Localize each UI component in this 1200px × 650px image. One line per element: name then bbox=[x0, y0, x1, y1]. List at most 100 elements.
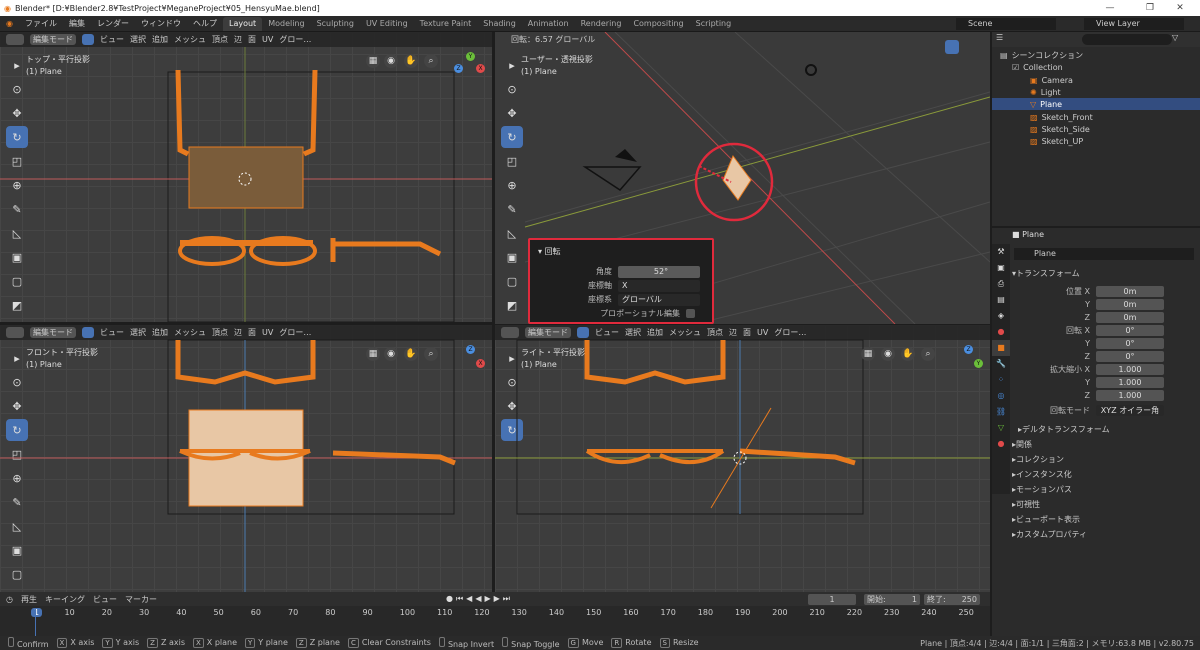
constraint-tab-icon[interactable]: ⛓ bbox=[992, 404, 1010, 420]
data-tab-icon[interactable]: ▽ bbox=[992, 420, 1010, 436]
rotation-mode-dropdown[interactable]: XYZ オイラー角 bbox=[1096, 405, 1164, 416]
camera-view-icon[interactable]: ◉ bbox=[384, 54, 398, 68]
zoom-view-icon[interactable]: ⌕ bbox=[424, 347, 438, 361]
panel-instancing[interactable]: ▸ インスタンス化 bbox=[1012, 467, 1200, 481]
scene-tab-icon[interactable]: ◈ bbox=[992, 308, 1010, 324]
operator-title[interactable]: ▾ 回転 bbox=[538, 246, 561, 257]
modifier-tab-icon[interactable]: 🔧 bbox=[992, 356, 1010, 372]
camera-view-icon[interactable]: ◉ bbox=[384, 347, 398, 361]
outliner-item[interactable]: ▽ Plane bbox=[992, 98, 1200, 110]
start-frame-field[interactable]: 開始: 1 bbox=[864, 593, 920, 605]
panel-viewport-display[interactable]: ▸ ビューポート表示 bbox=[1012, 512, 1200, 526]
tab-rendering[interactable]: Rendering bbox=[575, 17, 628, 31]
view-layer-selector[interactable]: View Layer bbox=[1084, 17, 1184, 30]
zoom-view-icon[interactable]: ⌕ bbox=[921, 347, 935, 361]
timeline-editor-icon[interactable]: ◷ bbox=[6, 595, 13, 604]
current-frame-field[interactable]: 1 bbox=[808, 593, 856, 605]
navigation-gizmo[interactable]: Y Z X bbox=[450, 52, 486, 102]
playhead[interactable] bbox=[35, 608, 36, 636]
location-x-field[interactable]: 0m bbox=[1096, 286, 1164, 297]
end-frame-field[interactable]: 終了: 250 bbox=[924, 593, 980, 605]
pan-view-icon[interactable]: ✋ bbox=[901, 347, 915, 361]
orient-dropdown[interactable]: グローバル bbox=[618, 293, 700, 306]
camera-view-icon[interactable]: ◉ bbox=[881, 347, 895, 361]
checkbox-icon[interactable]: ☑ bbox=[1012, 63, 1019, 72]
object-name-field[interactable]: Plane bbox=[1014, 248, 1194, 260]
toggle-grid-icon[interactable]: ▦ bbox=[366, 54, 380, 68]
tab-scripting[interactable]: Scripting bbox=[690, 17, 738, 31]
minimize-button[interactable]: — bbox=[1090, 0, 1130, 16]
menu-render[interactable]: レンダー bbox=[91, 18, 135, 29]
menu-playback[interactable]: 再生 bbox=[21, 594, 37, 605]
tab-texture-paint[interactable]: Texture Paint bbox=[414, 17, 478, 31]
menu-edit[interactable]: 編集 bbox=[63, 18, 91, 29]
physics-tab-icon[interactable]: ◎ bbox=[992, 388, 1010, 404]
panel-collections[interactable]: ▸ コレクション bbox=[1012, 452, 1200, 466]
panel-motion-paths[interactable]: ▸ モーションパス bbox=[1012, 482, 1200, 496]
viewport-front[interactable]: 編集モード ビュー 選択 追加 メッシュ 頂点 辺 面 UV グロー… フロント… bbox=[0, 325, 492, 592]
location-z-field[interactable]: 0m bbox=[1096, 312, 1164, 323]
proportional-checkbox[interactable] bbox=[686, 309, 695, 318]
menu-marker[interactable]: マーカー bbox=[125, 594, 157, 605]
outliner-collection[interactable]: ☑ Collection bbox=[992, 61, 1200, 73]
outliner-item[interactable]: ▣ Camera bbox=[992, 74, 1200, 86]
toggle-grid-icon[interactable]: ▦ bbox=[861, 347, 875, 361]
scale-x-field[interactable]: 1.000 bbox=[1096, 364, 1164, 375]
outliner-item[interactable]: ▨ Sketch_Side bbox=[992, 123, 1200, 135]
gizmo-x-axis[interactable]: X bbox=[476, 64, 485, 73]
gizmo-y-axis[interactable]: Y bbox=[974, 359, 983, 368]
gizmo-z-axis[interactable]: Z bbox=[964, 345, 973, 354]
menu-window[interactable]: ウィンドウ bbox=[135, 18, 187, 29]
tab-compositing[interactable]: Compositing bbox=[627, 17, 689, 31]
rotation-y-field[interactable]: 0° bbox=[1096, 338, 1164, 349]
outliner-search-input[interactable] bbox=[1082, 34, 1172, 45]
gizmo-z-axis[interactable]: Z bbox=[466, 345, 475, 354]
tab-animation[interactable]: Animation bbox=[522, 17, 575, 31]
world-tab-icon[interactable]: ● bbox=[992, 324, 1010, 340]
outliner-item[interactable]: ▨ Sketch_Front bbox=[992, 111, 1200, 123]
overlay-toggle-button[interactable] bbox=[945, 40, 959, 54]
menu-keying[interactable]: キーイング bbox=[45, 594, 85, 605]
pan-view-icon[interactable]: ✋ bbox=[404, 54, 418, 68]
outliner-editor-icon[interactable]: ☰ bbox=[996, 33, 1003, 42]
menu-file[interactable]: ファイル bbox=[19, 18, 63, 29]
menu-help[interactable]: ヘルプ bbox=[187, 18, 223, 29]
render-tab-icon[interactable]: ▣ bbox=[992, 260, 1010, 276]
playback-controls[interactable]: ●⏮◀◀▶▶⏭ bbox=[446, 594, 513, 604]
gizmo-z-axis[interactable]: Z bbox=[454, 64, 463, 73]
tab-modeling[interactable]: Modeling bbox=[262, 17, 310, 31]
axis-dropdown[interactable]: X bbox=[618, 279, 700, 292]
view-layer-tab-icon[interactable]: ▤ bbox=[992, 292, 1010, 308]
navigation-gizmo[interactable]: Z Y bbox=[948, 345, 984, 395]
scale-y-field[interactable]: 1.000 bbox=[1096, 377, 1164, 388]
viewport-right[interactable]: 編集モード ビュー 選択 追加 メッシュ 頂点 辺 面 UV グロー… ライト・… bbox=[495, 325, 990, 592]
tab-shading[interactable]: Shading bbox=[477, 17, 522, 31]
panel-relations[interactable]: ▸ 関係 bbox=[1012, 437, 1200, 451]
material-tab-icon[interactable]: ● bbox=[992, 436, 1010, 452]
output-tab-icon[interactable]: ⎙ bbox=[992, 276, 1010, 292]
panel-custom-properties[interactable]: ▸ カスタムプロパティ bbox=[1012, 527, 1200, 541]
tool-tab-icon[interactable]: ⚒ bbox=[992, 244, 1010, 260]
gizmo-x-axis[interactable]: X bbox=[476, 359, 485, 368]
delta-transform-header[interactable]: ▸ デルタトランスフォーム bbox=[1018, 422, 1200, 436]
outliner-scene-collection[interactable]: ▤ シーンコレクション bbox=[992, 49, 1200, 61]
tab-uv-editing[interactable]: UV Editing bbox=[360, 17, 414, 31]
rotation-z-field[interactable]: 0° bbox=[1096, 351, 1164, 362]
particles-tab-icon[interactable]: ⁘ bbox=[992, 372, 1010, 388]
outliner-item[interactable]: ▨ Sketch_UP bbox=[992, 135, 1200, 147]
navigation-gizmo[interactable]: Z X bbox=[450, 345, 486, 395]
scene-selector[interactable]: Scene bbox=[956, 17, 1056, 30]
pan-view-icon[interactable]: ✋ bbox=[404, 347, 418, 361]
filter-icon[interactable]: ▽ bbox=[1172, 33, 1178, 42]
scale-z-field[interactable]: 1.000 bbox=[1096, 390, 1164, 401]
angle-field[interactable]: 52° bbox=[618, 265, 700, 278]
object-tab-icon[interactable]: ■ bbox=[992, 340, 1010, 356]
location-y-field[interactable]: 0m bbox=[1096, 299, 1164, 310]
zoom-view-icon[interactable]: ⌕ bbox=[424, 54, 438, 68]
blender-menu-icon[interactable]: ◉ bbox=[0, 19, 19, 28]
tab-layout[interactable]: Layout bbox=[222, 16, 263, 31]
timeline-ruler[interactable]: 1 10 20 30 40 50 60 70 80 90 100 110 120 130 140 150 160… bbox=[0, 608, 990, 620]
toggle-grid-icon[interactable]: ▦ bbox=[366, 347, 380, 361]
outliner-item[interactable]: ✺ Light bbox=[992, 86, 1200, 98]
viewport-top[interactable]: 編集モード ビュー 選択 追加 メッシュ 頂点 辺 面 UV グロー… トップ・… bbox=[0, 32, 492, 322]
